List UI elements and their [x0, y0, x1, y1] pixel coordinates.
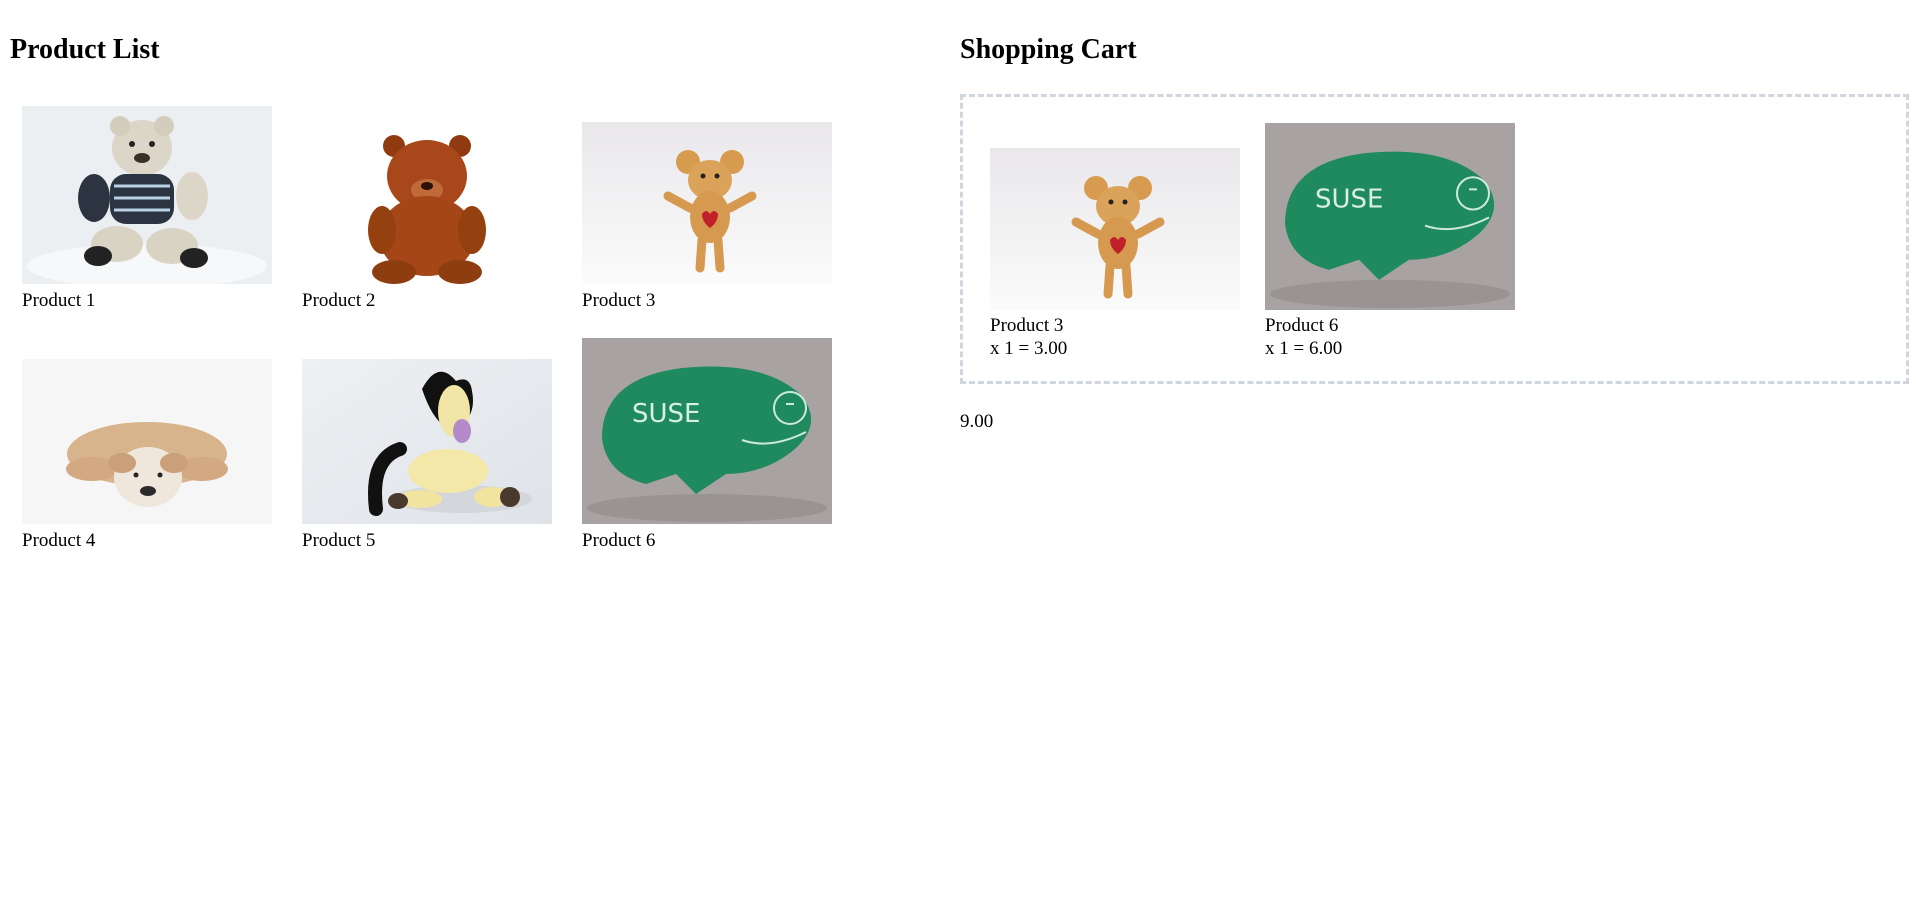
green-chameleon-plush-image[interactable]: SUSE: [582, 338, 832, 524]
product-card-1[interactable]: Product 1: [22, 106, 272, 316]
cart-item-2[interactable]: SUSE Product 6 x 1 = 6.00: [1265, 123, 1515, 373]
mouse-plush-heart-image[interactable]: [582, 122, 832, 284]
cart-item-label: Product 6: [1265, 315, 1339, 336]
product-label: Product 1: [22, 290, 96, 311]
cart-total: 9.00: [960, 411, 994, 432]
product-card-4[interactable]: Product 4: [22, 338, 272, 558]
cart-item-line: x 1 = 3.00: [990, 338, 1068, 359]
product-card-6[interactable]: SUSE Product 6: [582, 338, 832, 558]
chameleon-logo-text: SUSE: [632, 399, 700, 429]
horse-plush-image[interactable]: [302, 359, 552, 524]
chameleon-logo-text: SUSE: [1315, 184, 1383, 214]
green-chameleon-plush-image[interactable]: SUSE: [1265, 123, 1515, 310]
product-label: Product 4: [22, 530, 96, 551]
cart-item-label: Product 3: [990, 315, 1064, 336]
teddy-bear-sweater-image[interactable]: [22, 106, 272, 284]
shopping-cart-title: Shopping Cart: [960, 34, 1137, 65]
product-card-2[interactable]: Product 2: [302, 106, 552, 316]
product-card-3[interactable]: Product 3: [582, 106, 832, 316]
product-label: Product 6: [582, 530, 656, 551]
product-list-title: Product List: [10, 34, 160, 65]
product-label: Product 5: [302, 530, 376, 551]
bulldog-plush-image[interactable]: [22, 359, 272, 524]
product-label: Product 2: [302, 290, 376, 311]
product-label: Product 3: [582, 290, 656, 311]
cart-item-1[interactable]: Product 3 x 1 = 3.00: [990, 123, 1240, 373]
mouse-plush-heart-image[interactable]: [990, 148, 1240, 310]
brown-bear-plush-image[interactable]: [302, 126, 552, 284]
product-card-5[interactable]: Product 5: [302, 338, 552, 558]
cart-item-line: x 1 = 6.00: [1265, 338, 1343, 359]
cart-drop-zone[interactable]: Product 3 x 1 = 3.00 SUSE Product 6 x 1 …: [960, 94, 1909, 384]
